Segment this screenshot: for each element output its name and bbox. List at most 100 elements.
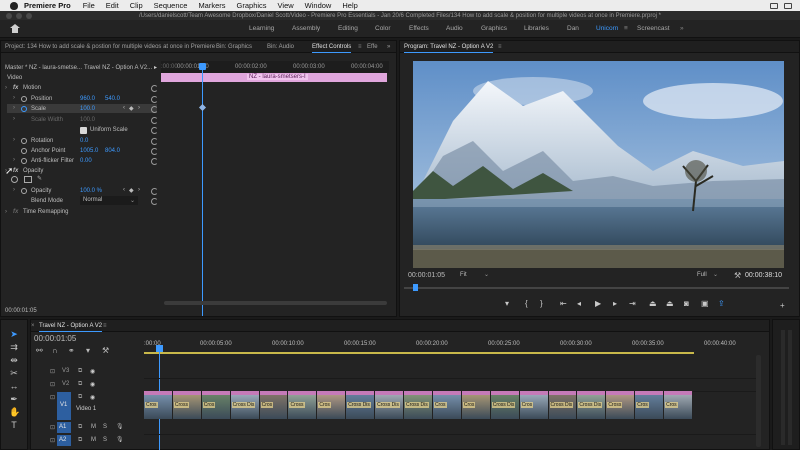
video-clip[interactable]: Cros xyxy=(635,391,665,419)
stopwatch-icon[interactable] xyxy=(21,188,27,194)
video-clip[interactable]: Cross Dis xyxy=(577,391,607,419)
reset-icon[interactable] xyxy=(151,96,158,103)
rectangle-mask-icon[interactable] xyxy=(24,176,32,183)
video-clip[interactable]: Cros xyxy=(259,391,289,419)
track-label-v3[interactable]: V3 xyxy=(62,368,69,374)
monitor-menu-icon[interactable]: ≡ xyxy=(498,44,502,50)
anchor-y-value[interactable]: 804.0 xyxy=(105,148,120,154)
export-frame-icon[interactable]: ⇪ xyxy=(718,299,725,308)
video-clip[interactable]: Cros xyxy=(201,391,231,419)
add-keyframe-icon[interactable]: ◆ xyxy=(129,105,134,112)
prev-keyframe-icon[interactable]: ‹ xyxy=(123,187,125,193)
track-label-v2[interactable]: V2 xyxy=(62,381,69,387)
transition-label[interactable]: Cros xyxy=(636,402,649,408)
ec-playhead-handle[interactable] xyxy=(199,63,206,70)
more-tabs-icon[interactable]: » xyxy=(387,44,390,50)
sequence-menu-icon[interactable]: ≡ xyxy=(103,323,107,329)
quality-select[interactable]: Full ⌄ xyxy=(695,271,725,280)
reset-icon[interactable] xyxy=(151,85,158,92)
linked-selection-icon[interactable]: ⚭ xyxy=(68,346,75,355)
transition-label[interactable]: Cross Dis xyxy=(376,402,400,408)
tab-effects[interactable]: Effe xyxy=(367,44,378,50)
twirl-icon[interactable]: › xyxy=(13,137,15,143)
reset-icon[interactable] xyxy=(151,127,158,134)
scale-value[interactable]: 100.0 xyxy=(80,106,95,112)
lift-icon[interactable]: ⏏ xyxy=(649,299,657,308)
video-clip[interactable]: Cross Dis xyxy=(346,391,376,419)
program-timecode[interactable]: 00:00:01:05 xyxy=(408,272,445,279)
stopwatch-icon[interactable] xyxy=(21,96,27,102)
eye-icon[interactable]: ◉ xyxy=(90,368,95,375)
transition-label[interactable]: Cross Dis xyxy=(491,402,516,408)
workspace-color[interactable]: Color xyxy=(375,25,391,32)
transition-label[interactable]: Cross xyxy=(607,402,623,408)
fx-icon[interactable]: fx xyxy=(13,168,18,174)
fit-select[interactable]: Fit ⌄ xyxy=(458,271,498,280)
menu-sequence[interactable]: Sequence xyxy=(154,1,188,10)
sync-lock-icon[interactable]: ⧉ xyxy=(78,424,82,431)
razor-tool-icon[interactable]: ✂ xyxy=(9,368,19,378)
video-clip[interactable]: Cros xyxy=(144,391,173,419)
sync-lock-icon[interactable]: ⧉ xyxy=(78,368,82,375)
ec-timecode[interactable]: 00:00:01:05 xyxy=(5,308,37,314)
menu-help[interactable]: Help xyxy=(342,1,357,10)
menu-graphics[interactable]: Graphics xyxy=(237,1,267,10)
video-clip[interactable]: Cross xyxy=(606,391,636,419)
transition-label[interactable]: Cros xyxy=(433,402,447,408)
transition-label[interactable]: Cross Dis xyxy=(405,402,429,408)
timeline-playhead-handle[interactable] xyxy=(156,345,163,352)
eye-icon[interactable]: ◉ xyxy=(90,394,95,401)
reset-icon[interactable] xyxy=(151,117,158,124)
status-icon[interactable] xyxy=(784,2,792,9)
ec-playhead[interactable] xyxy=(202,63,203,316)
video-clip[interactable]: Cross Dis xyxy=(490,391,520,419)
lock-icon[interactable]: ⊡ xyxy=(50,424,55,431)
video-clip[interactable]: Cros xyxy=(317,391,347,419)
menu-view[interactable]: View xyxy=(278,1,294,10)
comparison-view-icon[interactable]: ▣ xyxy=(701,299,709,308)
video-clip[interactable]: Cros xyxy=(519,391,549,419)
source-patch-v1[interactable]: V1 xyxy=(57,392,71,420)
camera-icon[interactable]: ◙ xyxy=(684,299,689,308)
ec-clip-bar[interactable]: NZ - laura-smetsers-I xyxy=(161,73,387,82)
reset-icon[interactable] xyxy=(151,158,158,165)
video-clip[interactable]: Cross Dis xyxy=(404,391,433,419)
workspace-effects[interactable]: Effects xyxy=(409,25,429,32)
transition-label[interactable]: Cross Dis xyxy=(578,402,603,408)
ellipse-mask-icon[interactable] xyxy=(11,176,18,183)
transition-label[interactable]: Cros xyxy=(202,402,216,408)
program-video-frame[interactable] xyxy=(413,61,784,268)
extract-icon[interactable]: ⏏ xyxy=(666,299,674,308)
tab-menu-icon[interactable]: ≡ xyxy=(358,44,362,50)
track-select-tool-icon[interactable]: ⇉ xyxy=(9,342,19,352)
snap-icon[interactable]: ∩ xyxy=(52,346,58,355)
go-to-in-icon[interactable]: ⇤ xyxy=(560,299,567,308)
workspace-dan[interactable]: Dan xyxy=(567,25,579,32)
lock-icon[interactable]: ⊡ xyxy=(50,394,55,401)
prev-keyframe-icon[interactable]: ‹ xyxy=(123,105,125,111)
stopwatch-icon[interactable] xyxy=(21,138,27,144)
next-keyframe-icon[interactable]: › xyxy=(138,187,140,193)
twirl-icon[interactable]: › xyxy=(5,85,7,91)
reset-icon[interactable] xyxy=(151,188,158,195)
reset-icon[interactable] xyxy=(151,138,158,145)
twirl-icon[interactable]: › xyxy=(13,157,15,163)
transition-label[interactable]: Cros xyxy=(462,402,476,408)
sync-lock-icon[interactable]: ⧉ xyxy=(78,437,82,444)
microphone-icon[interactable]: 🎙 xyxy=(116,423,124,430)
transition-label[interactable]: Cros xyxy=(520,402,534,408)
rotation-value[interactable]: 0.0 xyxy=(80,138,88,144)
transition-label[interactable]: Cross Dis xyxy=(549,402,574,408)
transition-label[interactable]: Cross xyxy=(173,402,189,408)
monitor-scrub-bar[interactable] xyxy=(404,287,789,289)
step-back-icon[interactable]: ◂ xyxy=(577,299,581,308)
nest-icon[interactable]: ⚯ xyxy=(36,346,43,355)
video-clip[interactable]: Cross Dis xyxy=(230,391,260,419)
eye-icon[interactable]: ◉ xyxy=(90,381,95,388)
reset-icon[interactable] xyxy=(151,106,158,113)
sync-lock-icon[interactable]: ⧉ xyxy=(78,381,82,388)
work-area-bar[interactable] xyxy=(144,352,694,354)
fx-icon[interactable]: fx xyxy=(13,85,18,91)
transition-label[interactable]: Cross Dis xyxy=(231,402,256,408)
video-clip[interactable]: Cross xyxy=(288,391,318,419)
